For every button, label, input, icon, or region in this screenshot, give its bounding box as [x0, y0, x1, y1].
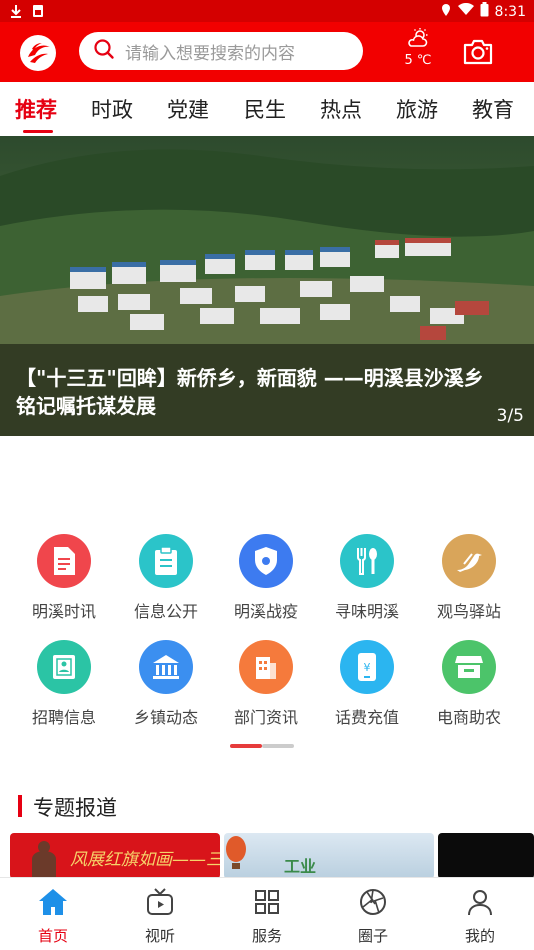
section-title: 专题报道 [33, 796, 117, 820]
service-epidemic[interactable]: 明溪战疫 [221, 534, 311, 622]
grid-icon [252, 890, 282, 921]
active-tab-indicator [23, 130, 53, 133]
download-icon [10, 3, 22, 22]
phone-recharge-icon: ¥ [340, 640, 394, 694]
building-icon [239, 640, 293, 694]
service-info-disclosure[interactable]: 信息公开 [121, 534, 211, 622]
tab-travel[interactable]: 旅游 [396, 94, 438, 124]
report-card[interactable]: 工业 [224, 833, 434, 879]
bird-icon [442, 534, 496, 588]
report-caption: 风展红旗如画——三明 [70, 850, 220, 870]
service-birdwatch[interactable]: 观鸟驿站 [424, 534, 514, 622]
tab-party[interactable]: 党建 [167, 94, 209, 124]
report-caption: 工业 [284, 857, 317, 876]
report-card[interactable] [438, 833, 534, 879]
clipboard-icon [139, 534, 193, 588]
app-header: 请输入想要搜索的内容 5 ℃ [0, 22, 534, 82]
category-tabs: 推荐 时政 党建 民生 热点 旅游 教育 [0, 82, 534, 136]
nav-mine[interactable]: 我的 [440, 887, 520, 946]
statue-image [32, 841, 56, 879]
banner-carousel[interactable]: 【"十三五"回眸】新侨乡，新面貌 ——明溪县沙溪乡铭记嘱托谋发展 3/5 [0, 136, 534, 436]
resume-icon [37, 640, 91, 694]
nav-home[interactable]: 首页 [13, 887, 93, 946]
tab-livelihood[interactable]: 民生 [244, 94, 286, 124]
fork-spoon-icon [340, 534, 394, 588]
weather-temp: 5 ℃ [404, 53, 432, 68]
report-card[interactable]: 风展红旗如画——三明 [10, 833, 220, 879]
nav-services[interactable]: 服务 [227, 887, 307, 946]
service-label: 明溪战疫 [233, 602, 298, 621]
tab-politics[interactable]: 时政 [91, 94, 133, 124]
service-label: 招聘信息 [31, 708, 96, 727]
weather-widget[interactable]: 5 ℃ [400, 28, 436, 68]
bottom-navigation: 首页 视听 服务 圈子 我的 [0, 877, 534, 950]
hot-air-balloon-image [226, 836, 246, 869]
service-township[interactable]: 乡镇动态 [121, 640, 211, 728]
service-phone-recharge[interactable]: ¥ 话费充值 [322, 640, 412, 728]
camera-icon [462, 39, 494, 70]
app-logo[interactable] [20, 35, 56, 71]
status-bar: 8:31 [0, 0, 534, 22]
tab-hot[interactable]: 热点 [320, 94, 362, 124]
svg-text:¥: ¥ [364, 661, 371, 674]
home-icon [37, 889, 69, 921]
status-time: 8:31 [494, 3, 526, 20]
search-placeholder: 请输入想要搜索的内容 [125, 43, 295, 64]
service-department[interactable]: 部门资讯 [221, 640, 311, 728]
section-accent-bar [18, 795, 22, 817]
service-jobs[interactable]: 招聘信息 [19, 640, 109, 728]
town-hall-icon [139, 640, 193, 694]
user-icon [465, 890, 495, 921]
tab-recommend[interactable]: 推荐 [15, 94, 57, 124]
aperture-icon [358, 889, 388, 921]
nav-label: 我的 [464, 927, 495, 945]
tv-icon [145, 888, 175, 921]
banner-page-indicator: 3/5 [496, 406, 524, 426]
nav-label: 圈子 [357, 927, 388, 945]
service-label: 话费充值 [334, 708, 399, 727]
service-label: 乡镇动态 [133, 708, 198, 727]
sim-icon [32, 3, 44, 22]
nav-audiovisual[interactable]: 视听 [120, 887, 200, 946]
service-label: 观鸟驿站 [436, 602, 501, 621]
grid-page-indicator [230, 744, 294, 748]
nav-label: 首页 [37, 927, 68, 945]
news-icon [37, 534, 91, 588]
service-label: 信息公开 [133, 602, 198, 621]
partly-cloudy-icon [406, 28, 430, 52]
service-food[interactable]: 寻味明溪 [322, 534, 412, 622]
banner-headline[interactable]: 【"十三五"回眸】新侨乡，新面貌 ——明溪县沙溪乡铭记嘱托谋发展 [16, 364, 486, 420]
service-ecommerce[interactable]: 电商助农 [424, 640, 514, 728]
search-icon [93, 38, 115, 64]
nav-label: 视听 [144, 927, 175, 945]
nav-label: 服务 [251, 927, 282, 945]
camera-button[interactable] [462, 38, 494, 70]
shield-icon [239, 534, 293, 588]
shop-icon [442, 640, 496, 694]
service-label: 电商助农 [436, 708, 501, 727]
service-label: 明溪时讯 [31, 602, 96, 621]
battery-icon [480, 2, 489, 21]
service-label: 寻味明溪 [334, 602, 399, 621]
service-mingxi-news[interactable]: 明溪时讯 [19, 534, 109, 622]
service-label: 部门资讯 [233, 708, 298, 727]
search-bar[interactable]: 请输入想要搜索的内容 [79, 32, 363, 70]
wifi-icon [457, 2, 474, 20]
nav-circle[interactable]: 圈子 [333, 887, 413, 946]
tab-education[interactable]: 教育 [472, 94, 514, 124]
location-icon [440, 3, 452, 21]
